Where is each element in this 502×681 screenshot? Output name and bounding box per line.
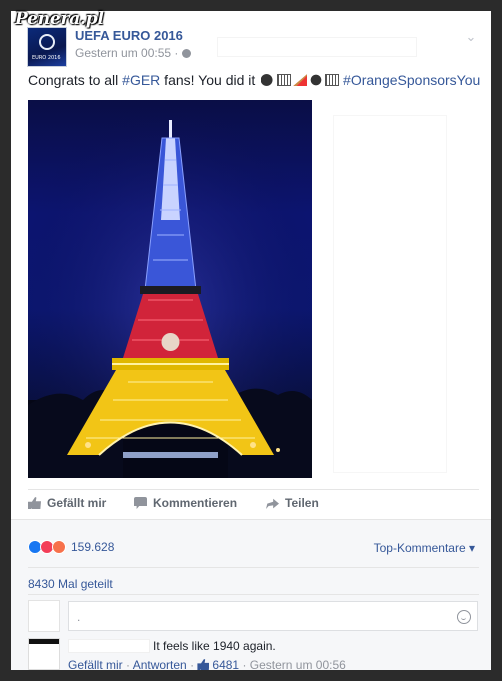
angry-reaction-icon — [52, 540, 66, 554]
globe-icon — [182, 49, 192, 58]
reaction-count[interactable]: 159.628 — [71, 540, 114, 554]
post-text-middle: fans! You did it — [160, 72, 260, 88]
post-text: Congrats to all #GER fans! You did it #O… — [28, 72, 483, 88]
flexed-biceps-emoji-icon — [261, 74, 276, 86]
comment-item: It feels like 1940 again. Gefällt mir · … — [28, 638, 478, 670]
user-avatar — [28, 600, 60, 632]
comment-input[interactable]: . — [68, 601, 478, 631]
party-popper-emoji-icon — [293, 74, 308, 86]
comment-meta: Gefällt mir · Antworten · 6481 · Gestern… — [68, 658, 346, 670]
facebook-post: EURO 2016 UEFA EURO 2016 Gestern um 00:5… — [11, 11, 491, 670]
comment-label: Kommentieren — [153, 496, 238, 510]
post-timestamp[interactable]: Gestern um 00:55 · — [75, 46, 178, 60]
like-label: Gefällt mir — [47, 496, 107, 510]
fist-emoji-icon — [309, 74, 324, 86]
hashtag-orange[interactable]: #OrangeSponsorsYou — [343, 72, 480, 88]
redacted-area — [217, 37, 417, 57]
post-text-start: Congrats to all — [28, 72, 123, 88]
top-comments-dropdown[interactable]: Top-Kommentare ▾ — [374, 541, 475, 555]
share-icon — [266, 498, 279, 509]
comment-icon — [134, 497, 147, 509]
comments-section: 159.628 Top-Kommentare ▾ 8430 Mal geteil… — [11, 519, 491, 670]
comment-placeholder: . — [77, 610, 81, 624]
share-count[interactable]: 8430 Mal geteilt — [28, 577, 113, 591]
comment-text: It feels like 1940 again. — [153, 639, 276, 653]
watermark-logo: Penera.pl — [15, 9, 104, 29]
divider — [28, 489, 479, 490]
divider — [28, 567, 479, 568]
share-label: Teilen — [285, 496, 319, 510]
comment-time[interactable]: Gestern um 00:56 — [250, 658, 346, 670]
avatar-caption: EURO 2016 — [32, 55, 61, 61]
redacted-commenter-name — [68, 639, 150, 653]
eiffel-tower-illustration — [28, 100, 312, 478]
thumbs-up-icon — [197, 659, 210, 670]
post-actions: Gefällt mir Kommentieren Teilen — [28, 496, 468, 516]
post-meta: Gestern um 00:55 · — [75, 46, 192, 60]
unknown-emoji-icon — [325, 74, 340, 86]
commenter-avatar[interactable] — [28, 638, 60, 670]
redacted-area — [333, 115, 447, 473]
emoji-picker-icon[interactable] — [457, 610, 471, 624]
hashtag-ger[interactable]: #GER — [122, 72, 160, 88]
comment-like-link[interactable]: Gefällt mir — [68, 658, 123, 670]
reactions-summary[interactable]: 159.628 — [28, 540, 114, 554]
euro-logo-icon — [39, 34, 55, 50]
thumbs-up-icon — [28, 497, 41, 509]
chevron-down-icon[interactable]: ⌄ — [463, 29, 479, 45]
comment-like-count[interactable]: 6481 — [197, 658, 239, 670]
eiffel-tower-photo[interactable] — [28, 100, 312, 478]
comment-composer: . — [28, 600, 478, 634]
unknown-emoji-icon — [277, 74, 292, 86]
page-avatar[interactable]: EURO 2016 — [27, 27, 67, 67]
post-header: EURO 2016 UEFA EURO 2016 Gestern um 00:5… — [27, 27, 481, 67]
divider — [28, 594, 479, 595]
comment-likes: 6481 — [212, 658, 240, 670]
page-name[interactable]: UEFA EURO 2016 — [75, 28, 183, 43]
comment-button[interactable]: Kommentieren — [134, 496, 237, 510]
like-button[interactable]: Gefällt mir — [28, 496, 106, 510]
share-button[interactable]: Teilen — [266, 496, 319, 510]
comment-reply-link[interactable]: Antworten — [133, 658, 187, 670]
